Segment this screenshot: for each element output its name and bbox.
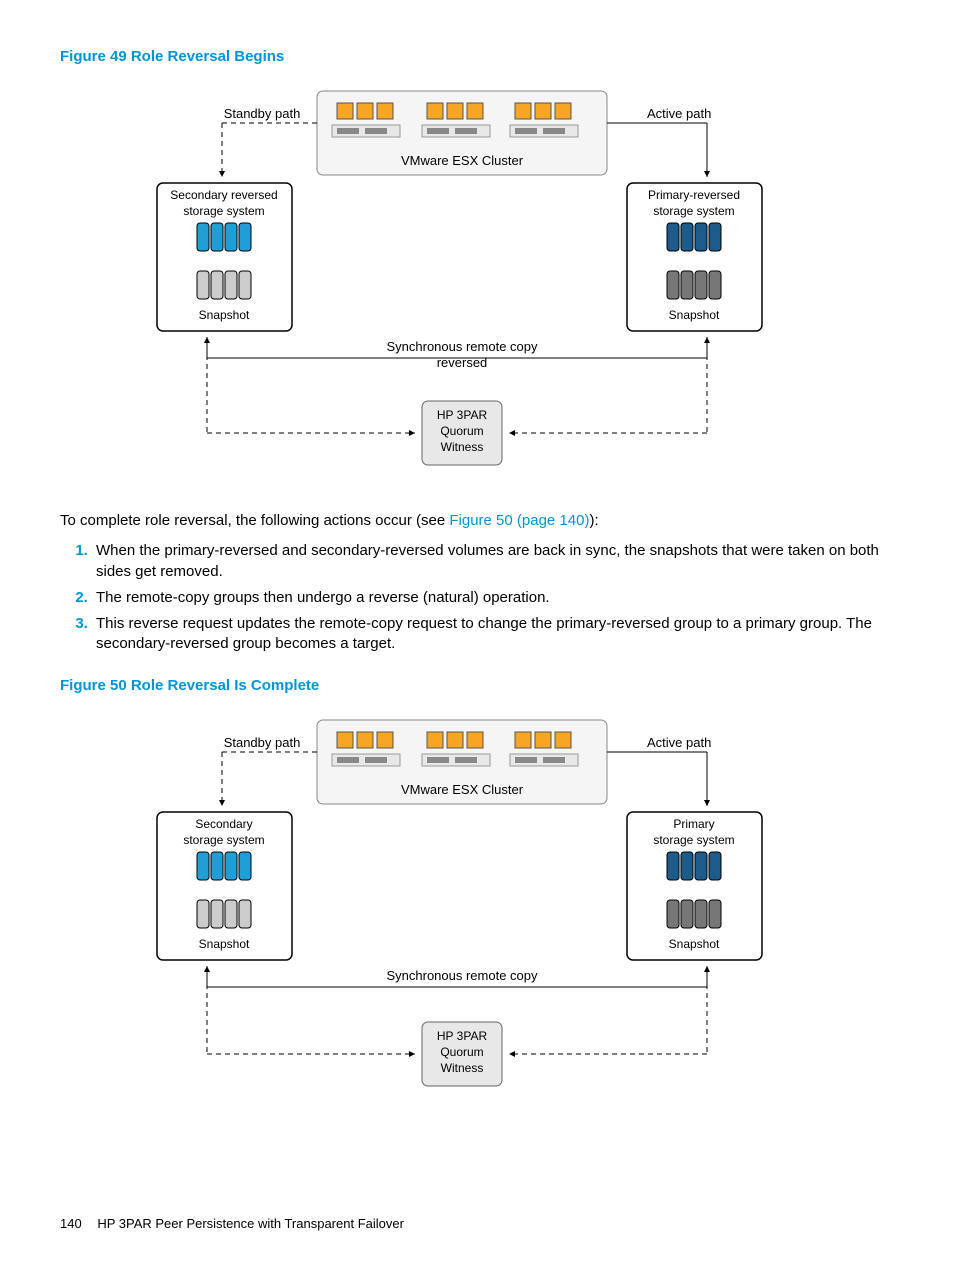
snapshot-right-label: Snapshot — [669, 308, 720, 322]
snapshot-left-label: Snapshot — [199, 308, 250, 322]
witness-50-line1: HP 3PAR — [437, 1029, 488, 1043]
page-footer: 140 HP 3PAR Peer Persistence with Transp… — [60, 1216, 404, 1231]
snapshot-right-50: Snapshot — [669, 937, 720, 951]
figure-50-link[interactable]: Figure 50 (page 140) — [449, 512, 589, 529]
intro-paragraph: To complete role reversal, the following… — [60, 511, 894, 531]
step-1: When the primary-reversed and secondary-… — [92, 541, 894, 582]
right-sys-label-2: storage system — [653, 204, 734, 218]
sync-label-1: Synchronous remote copy — [386, 339, 538, 354]
snapshot-left-50: Snapshot — [199, 937, 250, 951]
witness-50-line2: Quorum — [440, 1045, 483, 1059]
witness-line2: Quorum — [440, 424, 483, 438]
active-path-label: Active path — [647, 106, 711, 121]
page-number: 140 — [60, 1216, 82, 1231]
svg-text:storage system: storage system — [183, 833, 264, 847]
step-3: This reverse request updates the remote-… — [92, 614, 894, 655]
intro-text-post: ): — [589, 512, 598, 529]
cluster-label-50: VMware ESX Cluster — [401, 782, 524, 797]
steps-list: When the primary-reversed and secondary-… — [60, 541, 894, 654]
svg-text:Primary: Primary — [673, 817, 714, 831]
sync-label-2: reversed — [437, 355, 488, 370]
step-2: The remote-copy groups then undergo a re… — [92, 588, 894, 608]
witness-line1: HP 3PAR — [437, 408, 488, 422]
footer-title: HP 3PAR Peer Persistence with Transparen… — [97, 1216, 404, 1231]
figure-49-caption: Figure 49 Role Reversal Begins — [60, 48, 894, 65]
witness-50-line3: Witness — [441, 1061, 484, 1075]
sync-label-50: Synchronous remote copy — [386, 968, 538, 983]
standby-path-label-50: Standby path — [224, 735, 301, 750]
figure-50-diagram: VMware ESX Cluster Standby path Active p… — [60, 712, 894, 1112]
witness-line3: Witness — [441, 440, 484, 454]
left-sys-label-2: storage system — [183, 204, 264, 218]
intro-text-pre: To complete role reversal, the following… — [60, 512, 449, 529]
figure-50-caption: Figure 50 Role Reversal Is Complete — [60, 677, 894, 694]
right-sys-label-1: Primary-reversed — [648, 188, 740, 202]
left-sys-label-1: Secondary reversed — [170, 188, 277, 202]
cluster-label: VMware ESX Cluster — [401, 153, 524, 168]
svg-text:storage system: storage system — [653, 833, 734, 847]
standby-path-label: Standby path — [224, 106, 301, 121]
figure-49-diagram: VMware ESX Cluster Standby path Active p… — [60, 83, 894, 483]
svg-text:Secondary: Secondary — [195, 817, 252, 831]
active-path-label-50: Active path — [647, 735, 711, 750]
